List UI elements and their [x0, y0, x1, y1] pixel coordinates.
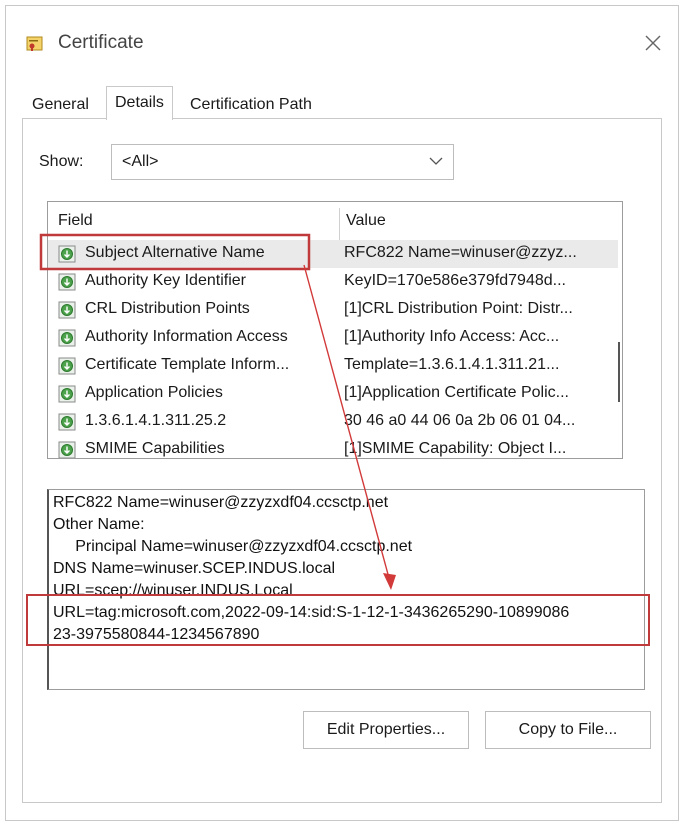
- field-value: [1]SMIME Capability: Object I...: [344, 440, 567, 457]
- field-value: Template=1.3.6.1.4.1.311.21...: [344, 356, 560, 373]
- field-name: Certificate Template Inform...: [85, 356, 290, 373]
- certificate-extension-icon: [58, 245, 76, 263]
- field-value: [1]CRL Distribution Point: Distr...: [344, 300, 573, 317]
- field-name: Authority Key Identifier: [85, 272, 246, 289]
- table-row[interactable]: 1.3.6.1.4.1.311.25.2 30 46 a0 44 06 0a 2b…: [48, 408, 618, 436]
- scrollbar-thumb[interactable]: [618, 342, 620, 402]
- column-divider: [339, 208, 340, 240]
- certificate-window: Certificate General Details Certificatio…: [5, 5, 679, 821]
- detail-line: Principal Name=winuser@zzyzxdf04.ccsctp.…: [53, 538, 413, 555]
- table-row[interactable]: Subject Alternative Name RFC822 Name=winu…: [48, 240, 618, 268]
- detail-line: RFC822 Name=winuser@zzyzxdf04.ccsctp.net: [53, 494, 389, 511]
- detail-line: URL=tag:microsoft.com,2022-09-14:sid:S-1…: [53, 604, 570, 621]
- chevron-down-icon: [429, 157, 443, 165]
- field-name: SMIME Capabilities: [85, 440, 225, 457]
- table-row[interactable]: Certificate Template Inform... Template=1…: [48, 352, 618, 380]
- certificate-icon: [26, 36, 43, 51]
- window-title: Certificate: [58, 32, 144, 53]
- table-row[interactable]: CRL Distribution Points [1]CRL Distributi…: [48, 296, 618, 324]
- detail-line: DNS Name=winuser.SCEP.INDUS.local: [53, 560, 336, 577]
- tab-certification-path[interactable]: Certification Path: [182, 92, 320, 118]
- fields-list[interactable]: Field Value Subject Alternative Name RFC8…: [47, 201, 623, 459]
- certificate-extension-icon: [58, 357, 76, 375]
- copy-to-file-button[interactable]: Copy to File...: [485, 711, 651, 749]
- detail-line: Other Name:: [53, 516, 145, 533]
- show-label: Show:: [39, 153, 84, 170]
- certificate-extension-icon: [58, 329, 76, 347]
- certificate-extension-icon: [58, 301, 76, 319]
- certificate-extension-icon: [58, 413, 76, 431]
- column-header-field[interactable]: Field: [58, 212, 93, 230]
- show-dropdown[interactable]: <All>: [111, 144, 454, 180]
- list-scrollbar[interactable]: [616, 202, 622, 458]
- tab-general[interactable]: General: [24, 92, 97, 118]
- field-detail-textbox[interactable]: RFC822 Name=winuser@zzyzxdf04.ccsctp.net…: [47, 489, 645, 690]
- table-row[interactable]: SMIME Capabilities [1]SMIME Capability: O…: [48, 436, 618, 458]
- field-value: KeyID=170e586e379fd7948d...: [344, 272, 566, 289]
- certificate-extension-icon: [58, 273, 76, 291]
- field-value: [1]Authority Info Access: Acc...: [344, 328, 560, 345]
- show-dropdown-value: <All>: [122, 153, 159, 170]
- field-value: [1]Application Certificate Polic...: [344, 384, 569, 401]
- table-row[interactable]: Authority Key Identifier KeyID=170e586e37…: [48, 268, 618, 296]
- field-value: 30 46 a0 44 06 0a 2b 06 01 04...: [344, 412, 576, 429]
- table-row[interactable]: Authority Information Access [1]Authority…: [48, 324, 618, 352]
- certificate-extension-icon: [58, 441, 76, 458]
- detail-line: URL=scep://winuser.INDUS.Local: [53, 582, 293, 599]
- tab-details[interactable]: Details: [106, 86, 173, 120]
- list-header: Field Value: [48, 202, 622, 240]
- column-header-value[interactable]: Value: [346, 212, 386, 230]
- field-name: Authority Information Access: [85, 328, 288, 345]
- details-panel: Show: <All> Field Value Subject Alternat…: [22, 118, 662, 803]
- edit-properties-button[interactable]: Edit Properties...: [303, 711, 469, 749]
- detail-line: 23-3975580844-1234567890: [53, 626, 260, 643]
- field-name: 1.3.6.1.4.1.311.25.2: [85, 412, 227, 429]
- certificate-extension-icon: [58, 385, 76, 403]
- field-name: Application Policies: [85, 384, 223, 401]
- table-row[interactable]: Application Policies [1]Application Certi…: [48, 380, 618, 408]
- title-bar: Certificate: [6, 6, 678, 76]
- field-name: Subject Alternative Name: [85, 244, 265, 261]
- field-name: CRL Distribution Points: [85, 300, 250, 317]
- close-icon[interactable]: [638, 28, 668, 58]
- field-value: RFC822 Name=winuser@zzyz...: [344, 244, 577, 261]
